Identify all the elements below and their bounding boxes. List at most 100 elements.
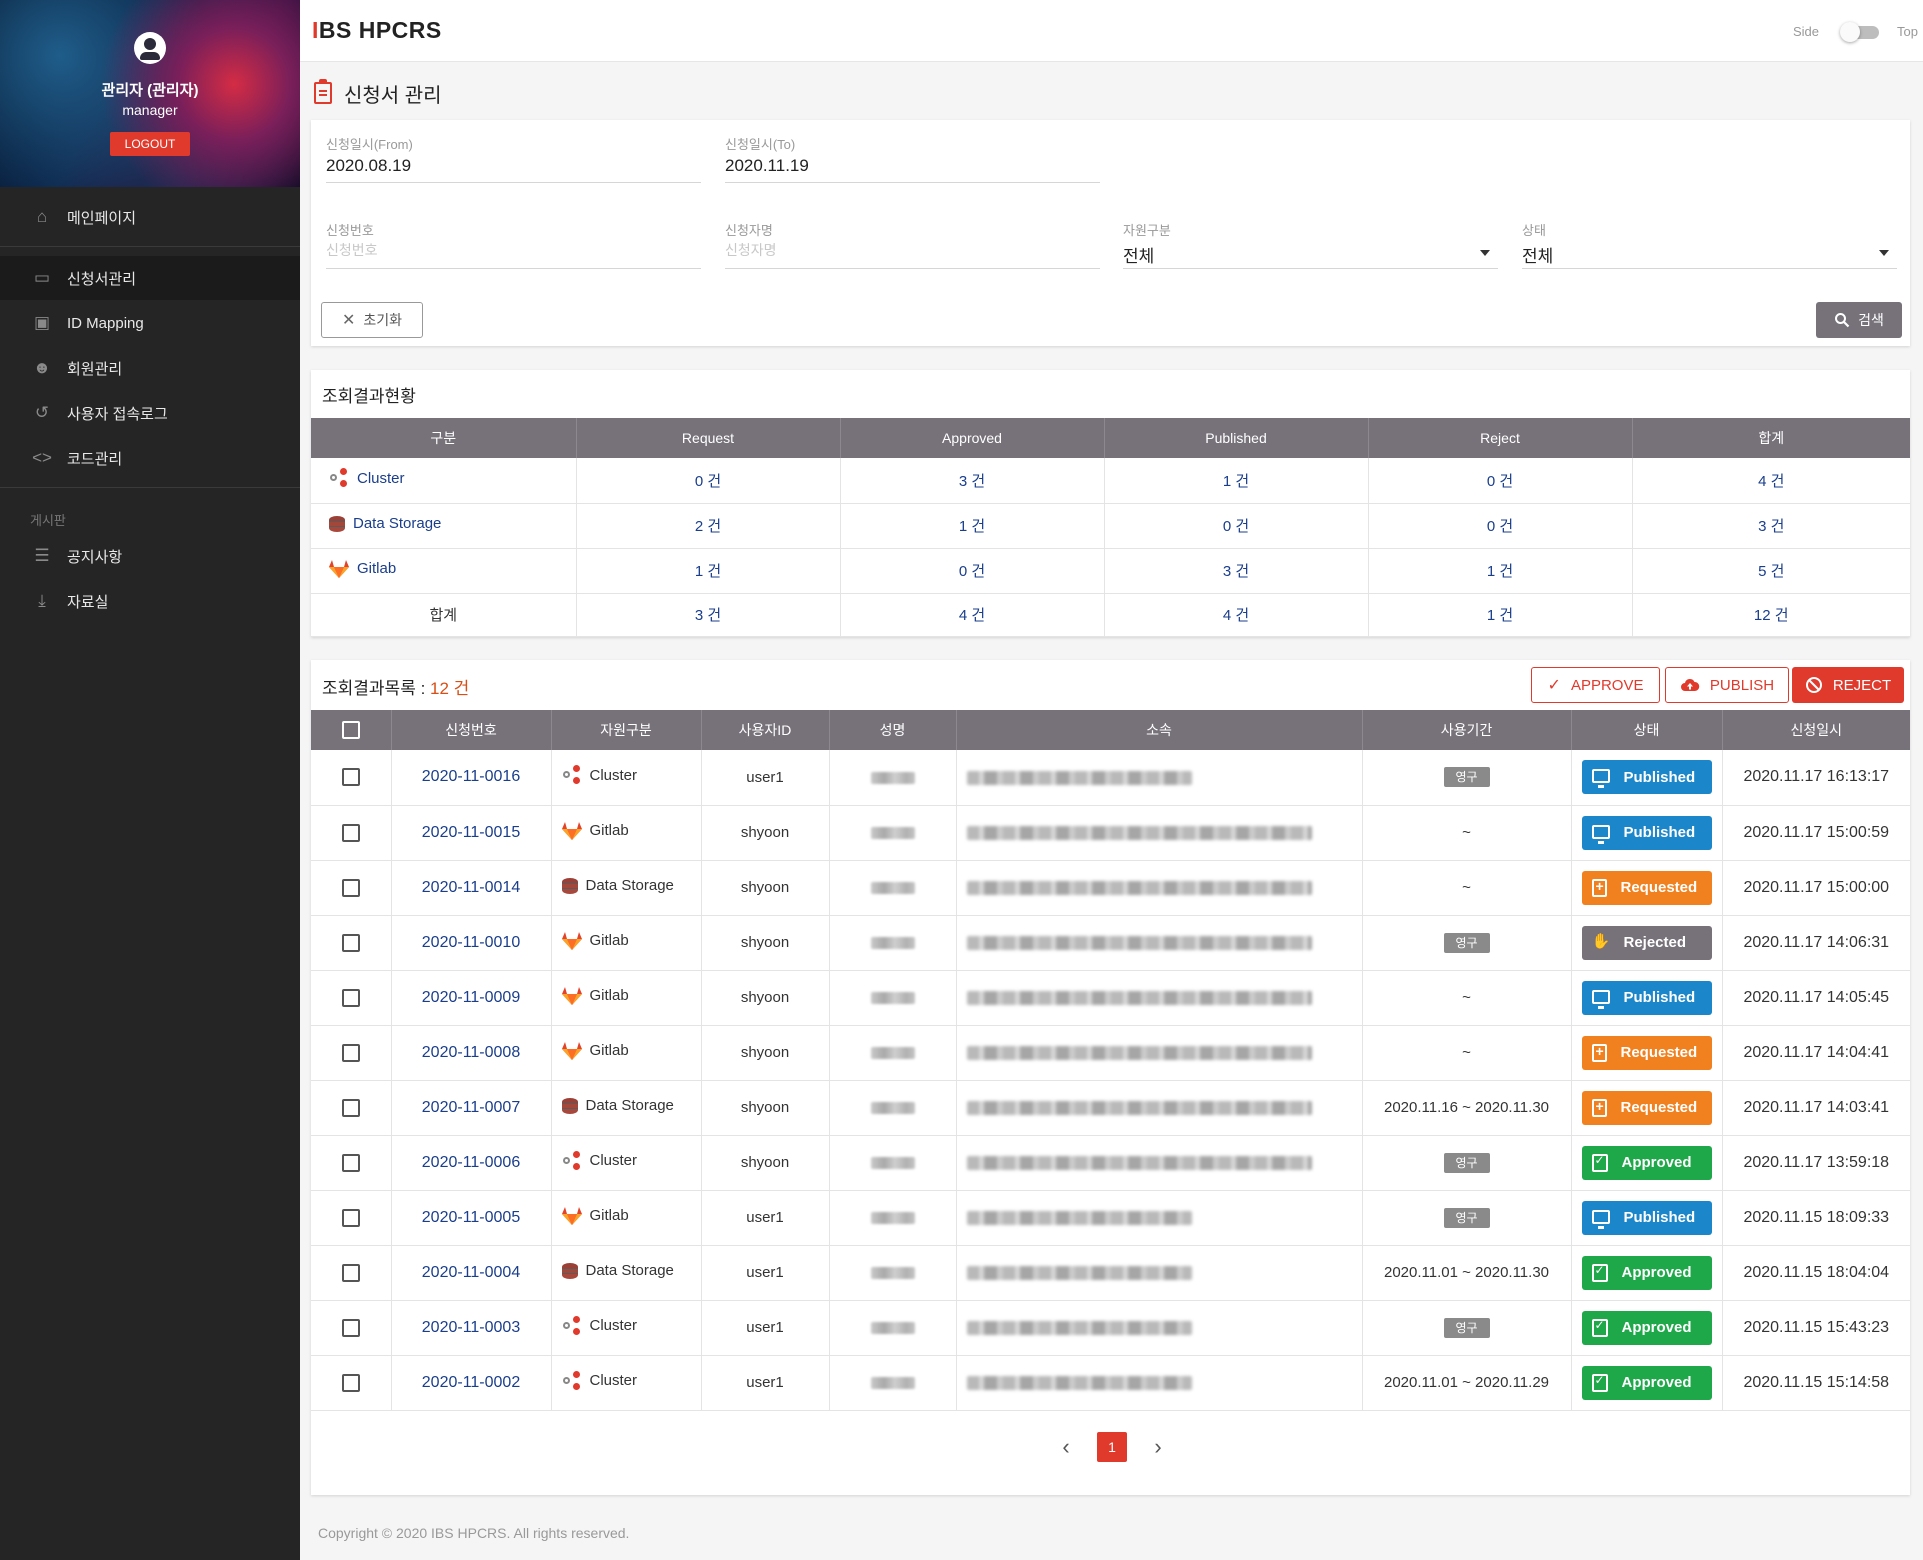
approve-button[interactable]: ✓ APPROVE — [1531, 667, 1660, 703]
date-from-value[interactable]: 2020.08.19 — [326, 156, 701, 176]
sidebar-item-applications[interactable]: ▭ 신청서관리 — [0, 256, 300, 300]
status-badge[interactable]: Published — [1581, 815, 1712, 850]
summary-cell[interactable]: 0 건 — [1368, 458, 1633, 504]
request-no-link[interactable]: 2020-11-0008 — [391, 1025, 552, 1081]
status-badge[interactable]: Requested — [1581, 1035, 1712, 1070]
prev-page-button[interactable]: ‹ — [1051, 1432, 1081, 1462]
table-row[interactable]: 2020-11-0004 Data Storage user1 2020.11.01 … — [311, 1245, 1910, 1301]
table-row[interactable]: 2020-11-0002 Cluster user1 2020.11.01 ~ 202… — [311, 1355, 1910, 1411]
summary-cell[interactable]: 0 건 — [1104, 503, 1369, 549]
summary-cell[interactable]: 1 건 — [1368, 548, 1633, 594]
search-button[interactable]: 검색 — [1816, 302, 1902, 338]
status-badge[interactable]: Published — [1581, 980, 1712, 1015]
request-no-link[interactable]: 2020-11-0003 — [391, 1300, 552, 1356]
summary-cell[interactable]: 0 건 — [840, 548, 1105, 594]
status-badge[interactable]: Requested — [1581, 1090, 1712, 1125]
summary-cell[interactable]: 0 건 — [576, 458, 841, 504]
date-to-value[interactable]: 2020.11.19 — [725, 156, 1100, 176]
row-checkbox[interactable] — [311, 750, 392, 806]
request-no-link[interactable]: 2020-11-0007 — [391, 1080, 552, 1136]
row-checkbox[interactable] — [311, 1135, 392, 1191]
select-all-checkbox[interactable] — [311, 710, 392, 750]
table-row[interactable]: 2020-11-0007 Data Storage shyoon 2020.11.16… — [311, 1080, 1910, 1136]
status-badge[interactable]: Published — [1581, 760, 1712, 795]
logout-button[interactable]: LOGOUT — [110, 132, 190, 156]
row-checkbox[interactable] — [311, 1300, 392, 1356]
sidebar-item-codes[interactable]: <> 코드관리 — [0, 436, 300, 480]
table-row[interactable]: 2020-11-0005 Gitlab user1 영구 Published 2020.1… — [311, 1190, 1910, 1246]
table-row[interactable]: 2020-11-0003Clusteruser1 영구 Approved 2020.1… — [311, 1300, 1910, 1356]
request-no-link[interactable]: 2020-11-0005 — [391, 1190, 552, 1246]
row-checkbox[interactable] — [311, 1190, 392, 1246]
row-checkbox[interactable] — [311, 970, 392, 1026]
row-checkbox[interactable] — [311, 1080, 392, 1136]
table-row[interactable]: 2020-11-0006Clustershyoon 영구 Approved 2020.… — [311, 1135, 1910, 1191]
request-no-input[interactable] — [326, 242, 701, 258]
date-to-field[interactable]: 신청일시(To) 2020.11.19 — [725, 134, 1100, 194]
date-from-field[interactable]: 신청일시(From) 2020.08.19 — [326, 134, 701, 194]
summary-cell[interactable]: 4 건 — [1632, 458, 1910, 504]
summary-cell[interactable]: 12 건 — [1632, 593, 1910, 637]
table-row[interactable]: 2020-11-0009 Gitlab shyoon ~ Published 2020.1… — [311, 970, 1910, 1026]
row-checkbox[interactable] — [311, 805, 392, 861]
publish-button[interactable]: PUBLISH — [1665, 667, 1789, 703]
summary-cell[interactable]: 2 건 — [576, 503, 841, 549]
sidebar-item-notices[interactable]: ☰ 공지사항 — [0, 534, 300, 578]
request-no-link[interactable]: 2020-11-0010 — [391, 915, 552, 971]
summary-cell[interactable]: 3 건 — [576, 593, 841, 637]
sidebar-item-archive[interactable]: ⤓ 자료실 — [0, 579, 300, 623]
layout-switch[interactable] — [1840, 22, 1879, 42]
status-badge[interactable]: Approved — [1581, 1145, 1712, 1180]
row-checkbox[interactable] — [311, 860, 392, 916]
status-badge[interactable]: Requested — [1581, 870, 1712, 905]
summary-cell[interactable]: 3 건 — [1104, 548, 1369, 594]
summary-cell[interactable]: 3 건 — [1632, 503, 1910, 549]
summary-cell[interactable]: 1 건 — [576, 548, 841, 594]
status-badge[interactable]: Approved — [1581, 1255, 1712, 1290]
request-no-link[interactable]: 2020-11-0015 — [391, 805, 552, 861]
profile-panel: 관리자 (관리자) manager LOGOUT — [0, 0, 300, 187]
table-row[interactable]: 2020-11-0015 Gitlab shyoon ~ Published 2020.1… — [311, 805, 1910, 861]
row-checkbox[interactable] — [311, 1355, 392, 1411]
summary-cell[interactable]: 4 건 — [1104, 593, 1369, 637]
next-page-button[interactable]: › — [1143, 1432, 1173, 1462]
request-no-link[interactable]: 2020-11-0006 — [391, 1135, 552, 1191]
request-no-link[interactable]: 2020-11-0009 — [391, 970, 552, 1026]
table-row[interactable]: 2020-11-0008Gitlabshyoon ~ Requested 2020.1… — [311, 1025, 1910, 1081]
status-badge[interactable]: Approved — [1581, 1365, 1712, 1400]
sidebar-item-main[interactable]: ⌂ 메인페이지 — [0, 195, 300, 239]
clipboard-check-icon — [1591, 1263, 1608, 1282]
layout-toggle[interactable]: Side Top — [1793, 22, 1923, 42]
status-badge[interactable]: Approved — [1581, 1310, 1712, 1345]
summary-cell[interactable]: 1 건 — [1104, 458, 1369, 504]
brand-logo[interactable]: IBS HPCRS — [312, 17, 442, 44]
sidebar-item-access-log[interactable]: ↺ 사용자 접속로그 — [0, 391, 300, 435]
table-row[interactable]: 2020-11-0010Gitlabshyoon 영구 Rejected 2020.1… — [311, 915, 1910, 971]
state-select[interactable]: 상태 전체 — [1522, 220, 1897, 280]
request-no-link[interactable]: 2020-11-0002 — [391, 1355, 552, 1411]
summary-cell[interactable]: 1 건 — [840, 503, 1105, 549]
request-no-link[interactable]: 2020-11-0004 — [391, 1245, 552, 1301]
row-checkbox[interactable] — [311, 1025, 392, 1081]
request-no-link[interactable]: 2020-11-0014 — [391, 860, 552, 916]
status-badge[interactable]: Published — [1581, 1200, 1712, 1235]
sidebar-item-id-mapping[interactable]: ▣ ID Mapping — [0, 301, 300, 345]
row-checkbox[interactable] — [311, 915, 392, 971]
applicant-input[interactable] — [725, 242, 1100, 258]
summary-cell[interactable]: 5 건 — [1632, 548, 1910, 594]
row-checkbox[interactable] — [311, 1245, 392, 1301]
status-badge[interactable]: Rejected — [1581, 925, 1712, 960]
summary-cell[interactable]: 0 건 — [1368, 503, 1633, 549]
storage-icon — [561, 1261, 578, 1281]
resource-type-select[interactable]: 자원구분 전체 — [1123, 220, 1498, 280]
reset-button[interactable]: ✕ 초기화 — [321, 302, 423, 338]
page-current[interactable]: 1 — [1097, 1432, 1127, 1462]
summary-cell[interactable]: 1 건 — [1368, 593, 1633, 637]
summary-cell[interactable]: 4 건 — [840, 593, 1105, 637]
sidebar-item-members[interactable]: ☻ 회원관리 — [0, 346, 300, 390]
table-row[interactable]: 2020-11-0014Data Storageshyoon ~ Requested… — [311, 860, 1910, 916]
summary-cell[interactable]: 3 건 — [840, 458, 1105, 504]
request-no-link[interactable]: 2020-11-0016 — [391, 750, 552, 806]
reject-button[interactable]: REJECT — [1792, 667, 1904, 703]
table-row[interactable]: 2020-11-0016 Cluster user1 영구 Published 2020.… — [311, 750, 1910, 806]
